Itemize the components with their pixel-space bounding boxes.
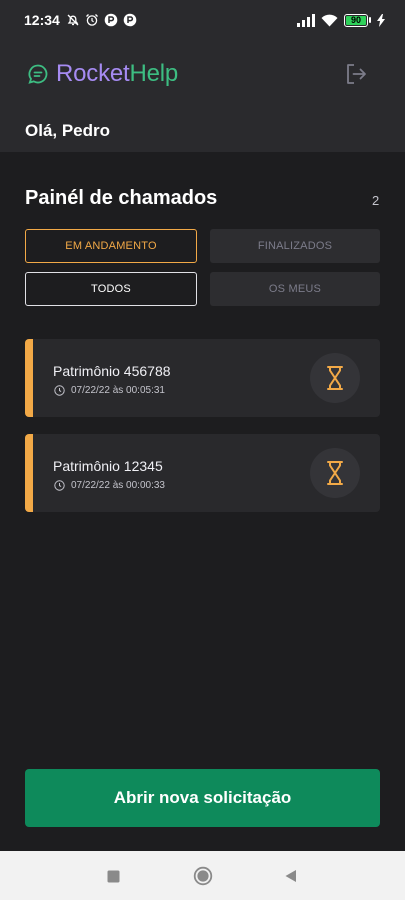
filter-mine-button[interactable]: OS MEUS — [210, 272, 380, 306]
battery-icon: 90 — [344, 13, 371, 27]
order-title: Patrimônio 456788 — [53, 363, 171, 379]
wifi-icon — [321, 14, 338, 26]
logo-rocket-text: Rocket — [56, 60, 130, 87]
app-name: RocketHelp — [56, 60, 178, 88]
recent-apps-button[interactable] — [102, 865, 124, 887]
status-time: 12:34 — [24, 12, 60, 28]
status-system-icons: 90 — [297, 13, 385, 27]
order-card[interactable]: Patrimônio 456788 07/22/22 às 00:05:31 — [25, 339, 380, 417]
order-datetime-text: 07/22/22 às 00:05:31 — [71, 385, 165, 396]
greeting-text: Olá, Pedro — [25, 121, 111, 140]
sign-out-icon — [347, 64, 366, 84]
order-card[interactable]: Patrimônio 12345 07/22/22 às 00:00:33 — [25, 434, 380, 512]
clock-icon — [54, 480, 65, 491]
status-notification-icons — [66, 13, 137, 27]
app-icon — [104, 13, 118, 27]
order-status-badge — [310, 353, 360, 403]
alarm-icon — [85, 14, 98, 26]
charging-icon — [377, 13, 385, 27]
filter-all-button[interactable]: TODOS — [25, 272, 197, 306]
home-icon — [193, 866, 213, 886]
hourglass-icon — [327, 461, 343, 485]
logo-help-text: Help — [129, 60, 179, 87]
order-title: Patrimônio 12345 — [53, 458, 163, 474]
filter-finished-button[interactable]: FINALIZADOS — [210, 229, 380, 263]
panel-title: Painél de chamados — [25, 187, 218, 209]
signal-icon — [297, 13, 315, 27]
clock-icon — [54, 385, 65, 396]
app-header: RocketHelp Olá, Pedro — [0, 40, 405, 152]
app-logo: RocketHelp — [27, 60, 178, 88]
new-request-button[interactable]: Abrir nova solicitação — [25, 769, 380, 827]
orders-count: 2 — [372, 193, 380, 208]
recent-apps-icon — [107, 870, 119, 882]
back-button[interactable] — [279, 865, 301, 887]
order-status-bar — [25, 339, 33, 417]
app-icon — [123, 13, 137, 27]
filter-in-progress-button[interactable]: EM ANDAMENTO — [25, 229, 197, 263]
order-datetime: 07/22/22 às 00:05:31 — [54, 385, 165, 396]
mute-icon — [67, 14, 79, 26]
back-icon — [285, 870, 296, 882]
home-button[interactable] — [192, 865, 214, 887]
battery-level: 90 — [346, 15, 366, 25]
hourglass-icon — [327, 366, 343, 390]
system-nav-bar — [0, 851, 405, 900]
logout-button[interactable] — [342, 60, 370, 88]
order-status-bar — [25, 434, 33, 512]
status-bar: 12:34 90 — [0, 0, 405, 40]
order-datetime: 07/22/22 às 00:00:33 — [54, 480, 165, 491]
order-datetime-text: 07/22/22 às 00:00:33 — [71, 480, 165, 491]
order-status-badge — [310, 448, 360, 498]
chat-bubble-icon — [28, 64, 48, 84]
